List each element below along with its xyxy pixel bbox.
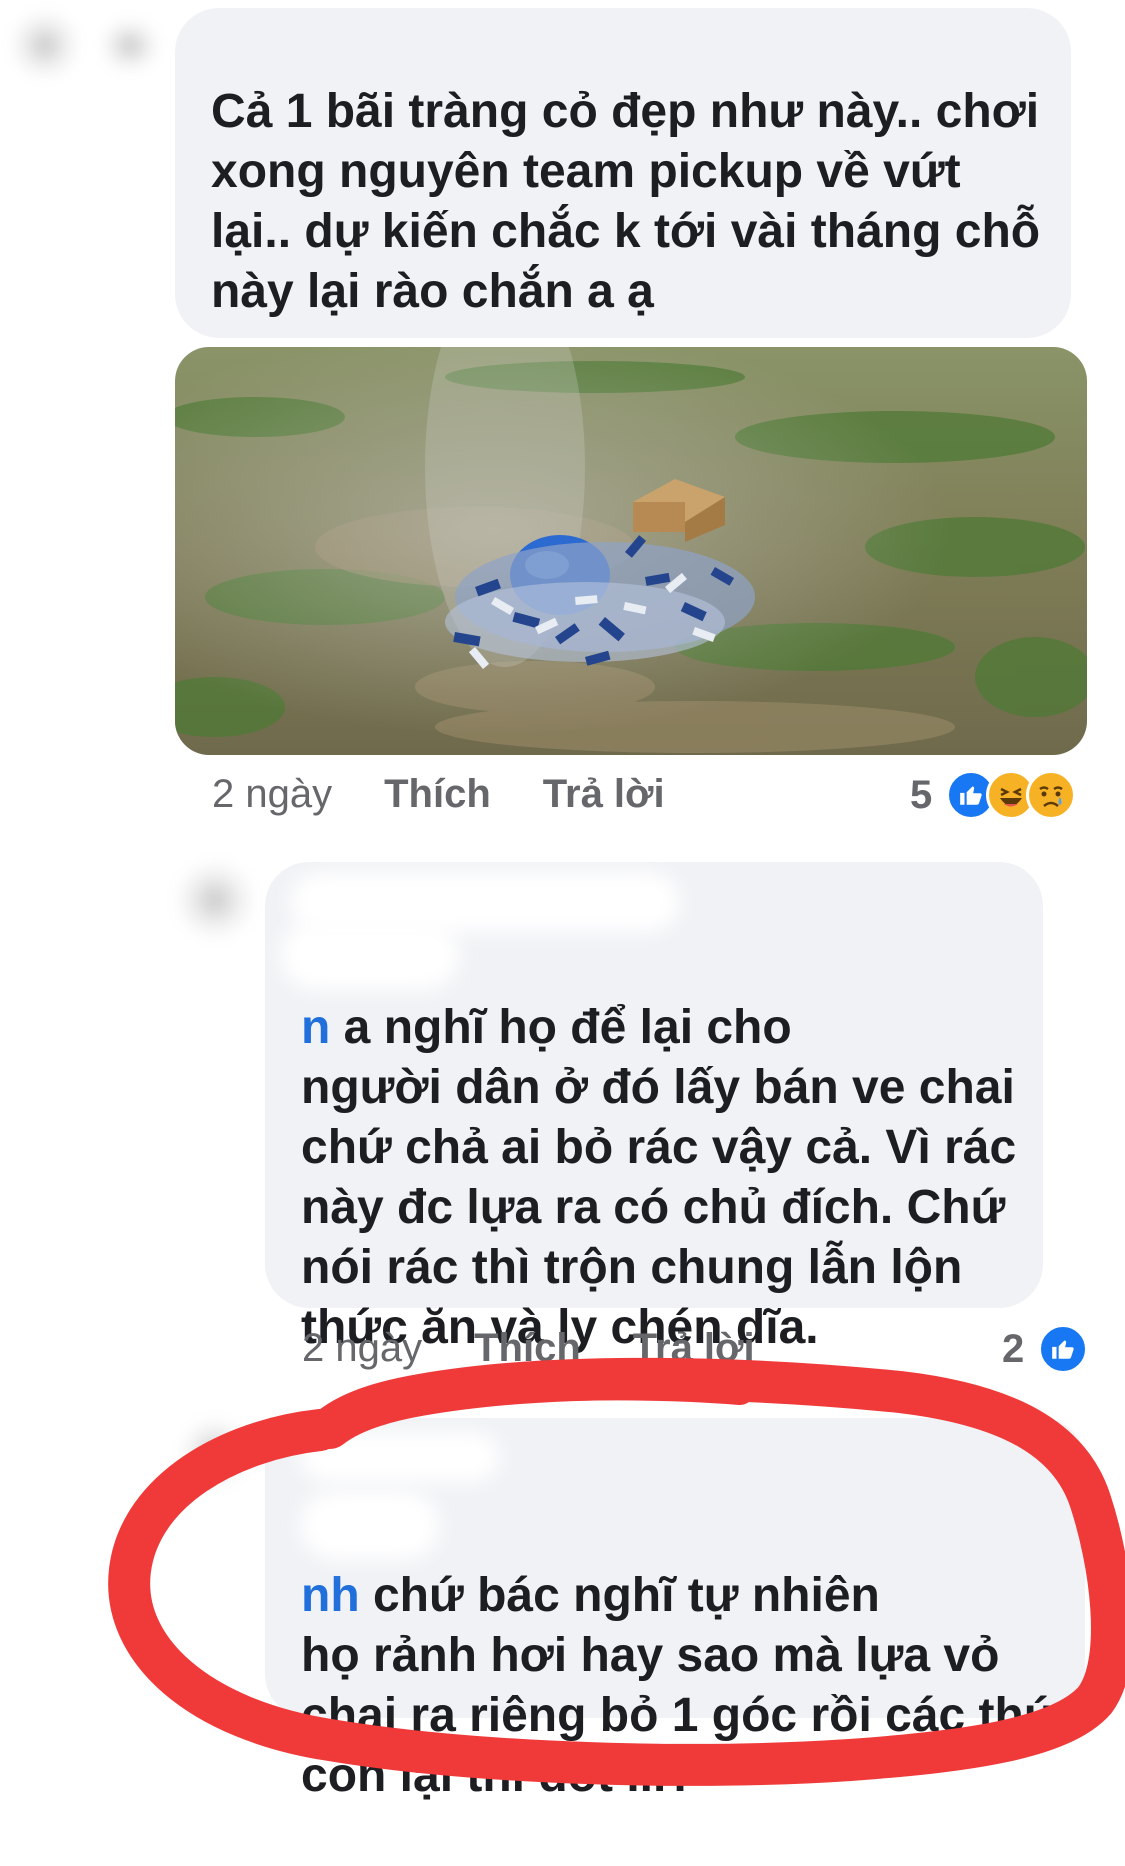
trash-field-image	[175, 347, 1087, 755]
reaction-summary[interactable]: 2	[1002, 1324, 1089, 1374]
like-button[interactable]: Thích	[384, 772, 491, 817]
mention-redaction	[300, 1490, 440, 1560]
comment-bubble: Cả 1 bãi tràng cỏ đẹp như này.. chơi xon…	[175, 8, 1071, 338]
sad-icon	[1026, 770, 1077, 820]
name-redaction	[290, 872, 680, 932]
name-redaction	[300, 1432, 500, 1482]
comment-time[interactable]: 2 ngày	[212, 772, 332, 817]
like-icon	[1038, 1324, 1089, 1374]
avatar[interactable]	[180, 1418, 250, 1488]
reply-button[interactable]: Trả lời	[543, 772, 665, 817]
comment-time[interactable]: 2 ngày	[302, 1326, 422, 1371]
comment-text: Cả 1 bãi tràng cỏ đẹp như này.. chơi xon…	[211, 85, 1041, 318]
comment-photo[interactable]	[175, 347, 1087, 755]
avatar[interactable]	[10, 10, 80, 80]
comment-text: người dân ở đó lấy bán ve chai chứ chả a…	[301, 1061, 1017, 1354]
comment-text: họ rảnh hơi hay sao mà lựa vỏ chai ra ri…	[301, 1629, 1059, 1802]
reaction-count: 5	[910, 772, 933, 817]
reaction-summary[interactable]: 5	[910, 770, 1077, 820]
comment-actions: 2 ngày Thích Trả lời	[212, 772, 717, 817]
comment-text-first-line: chứ bác nghĩ tự nhiên	[359, 1569, 880, 1622]
mention-link[interactable]: n	[301, 1001, 330, 1054]
mention-link[interactable]: nh	[301, 1569, 360, 1622]
avatar[interactable]	[175, 860, 255, 940]
like-button[interactable]: Thích	[474, 1326, 581, 1371]
avatar	[100, 18, 160, 73]
comment-actions: 2 ngày Thích Trả lời	[302, 1326, 807, 1371]
reaction-count: 2	[1002, 1326, 1025, 1371]
comment-text-first-line: a nghĩ họ để lại cho	[330, 1001, 792, 1054]
reply-button[interactable]: Trả lời	[633, 1326, 755, 1371]
